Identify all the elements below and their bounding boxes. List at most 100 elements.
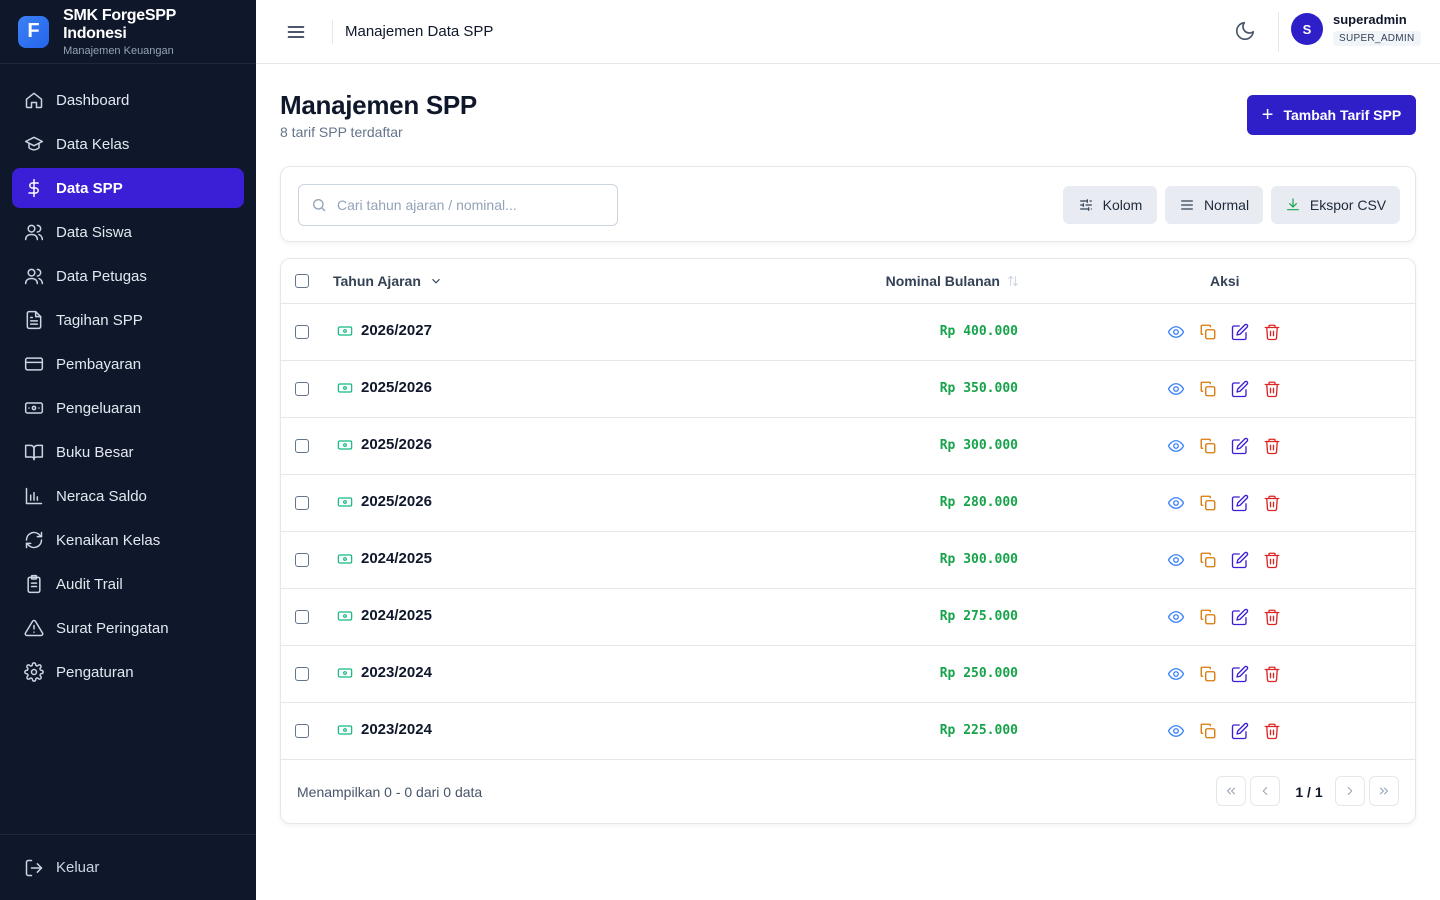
delete-button[interactable] bbox=[1263, 608, 1281, 626]
columns-button[interactable]: Kolom bbox=[1063, 186, 1157, 224]
sidebar-item-pembayaran[interactable]: Pembayaran bbox=[12, 344, 244, 384]
view-button[interactable] bbox=[1167, 437, 1185, 455]
trash-icon bbox=[1264, 438, 1280, 455]
trash-icon bbox=[1264, 381, 1280, 398]
duplicate-button[interactable] bbox=[1199, 551, 1217, 569]
download-icon bbox=[1286, 198, 1299, 211]
row-actions bbox=[1167, 437, 1295, 455]
sidebar-item-data-spp[interactable]: Data SPP bbox=[12, 168, 244, 208]
topbar-title: Manajemen Data SPP bbox=[345, 23, 494, 40]
last-page-button[interactable] bbox=[1369, 776, 1399, 806]
row-checkbox[interactable] bbox=[295, 553, 309, 567]
export-csv-button[interactable]: Ekspor CSV bbox=[1271, 186, 1400, 224]
view-button[interactable] bbox=[1167, 665, 1185, 683]
select-all-checkbox[interactable] bbox=[295, 274, 309, 288]
edit-button[interactable] bbox=[1231, 437, 1249, 455]
prev-page-button[interactable] bbox=[1250, 776, 1280, 806]
edit-button[interactable] bbox=[1231, 380, 1249, 398]
banknote-icon bbox=[337, 553, 353, 564]
delete-button[interactable] bbox=[1263, 437, 1281, 455]
edit-icon bbox=[1231, 551, 1249, 569]
sidebar-item-data-petugas[interactable]: Data Petugas bbox=[12, 256, 244, 296]
trash-icon bbox=[1264, 723, 1280, 740]
trash-icon bbox=[1264, 666, 1280, 683]
user-menu[interactable]: S superadmin SUPER_ADMIN bbox=[1291, 12, 1421, 46]
row-actions bbox=[1167, 665, 1295, 683]
density-button[interactable]: Normal bbox=[1165, 186, 1263, 224]
trash-icon bbox=[1264, 609, 1280, 626]
first-page-button[interactable] bbox=[1216, 776, 1246, 806]
view-button[interactable] bbox=[1167, 722, 1185, 740]
duplicate-button[interactable] bbox=[1199, 494, 1217, 512]
delete-button[interactable] bbox=[1263, 380, 1281, 398]
edit-button[interactable] bbox=[1231, 551, 1249, 569]
edit-button[interactable] bbox=[1231, 665, 1249, 683]
logout-button[interactable]: Keluar bbox=[0, 834, 256, 900]
menu-toggle-button[interactable] bbox=[286, 20, 310, 44]
row-nominal: Rp 250.000 bbox=[939, 666, 1018, 681]
row-checkbox[interactable] bbox=[295, 382, 309, 396]
duplicate-button[interactable] bbox=[1199, 380, 1217, 398]
duplicate-button[interactable] bbox=[1199, 665, 1217, 683]
column-header-tahun[interactable]: Tahun Ajaran bbox=[333, 273, 443, 289]
column-header-nominal[interactable]: Nominal Bulanan bbox=[886, 273, 1020, 289]
delete-button[interactable] bbox=[1263, 722, 1281, 740]
row-checkbox[interactable] bbox=[295, 496, 309, 510]
view-button[interactable] bbox=[1167, 380, 1185, 398]
search-input[interactable] bbox=[337, 197, 597, 213]
sidebar-item-surat-peringatan[interactable]: Surat Peringatan bbox=[12, 608, 244, 648]
banknote-icon bbox=[337, 439, 353, 450]
sort-icon bbox=[1007, 275, 1019, 287]
eye-icon bbox=[1167, 440, 1185, 452]
sidebar-item-pengeluaran[interactable]: Pengeluaran bbox=[12, 388, 244, 428]
row-checkbox[interactable] bbox=[295, 610, 309, 624]
divider bbox=[332, 19, 333, 44]
sidebar-item-audit-trail[interactable]: Audit Trail bbox=[12, 564, 244, 604]
duplicate-button[interactable] bbox=[1199, 722, 1217, 740]
row-nominal: Rp 300.000 bbox=[939, 438, 1018, 453]
view-button[interactable] bbox=[1167, 608, 1185, 626]
delete-button[interactable] bbox=[1263, 494, 1281, 512]
sidebar: F SMK ForgeSPP Indonesi Manajemen Keuang… bbox=[0, 0, 256, 900]
add-spp-button[interactable]: + Tambah Tarif SPP bbox=[1247, 95, 1416, 135]
duplicate-button[interactable] bbox=[1199, 608, 1217, 626]
row-checkbox[interactable] bbox=[295, 325, 309, 339]
edit-button[interactable] bbox=[1231, 722, 1249, 740]
next-page-button[interactable] bbox=[1335, 776, 1365, 806]
edit-button[interactable] bbox=[1231, 323, 1249, 341]
duplicate-button[interactable] bbox=[1199, 323, 1217, 341]
row-tahun: 2023/2024 bbox=[337, 664, 432, 681]
sidebar-item-dashboard[interactable]: Dashboard bbox=[12, 80, 244, 120]
sidebar-item-label: Data Siswa bbox=[56, 223, 132, 241]
chevron-right-icon bbox=[1347, 786, 1353, 796]
graduation-cap-icon bbox=[24, 136, 44, 151]
row-checkbox[interactable] bbox=[295, 724, 309, 738]
sidebar-item-tagihan-spp[interactable]: Tagihan SPP bbox=[12, 300, 244, 340]
view-button[interactable] bbox=[1167, 551, 1185, 569]
table-row: 2025/2026 Rp 350.000 bbox=[281, 361, 1415, 418]
theme-toggle-button[interactable] bbox=[1234, 20, 1258, 44]
sidebar-item-buku-besar[interactable]: Buku Besar bbox=[12, 432, 244, 472]
sidebar-item-pengaturan[interactable]: Pengaturan bbox=[12, 652, 244, 692]
table-row: 2025/2026 Rp 300.000 bbox=[281, 418, 1415, 475]
sidebar-item-neraca-saldo[interactable]: Neraca Saldo bbox=[12, 476, 244, 516]
copy-icon bbox=[1200, 324, 1216, 340]
sidebar-item-data-siswa[interactable]: Data Siswa bbox=[12, 212, 244, 252]
sidebar-item-data-kelas[interactable]: Data Kelas bbox=[12, 124, 244, 164]
dollar-icon bbox=[28, 178, 39, 198]
view-button[interactable] bbox=[1167, 494, 1185, 512]
avatar: S bbox=[1291, 13, 1323, 45]
delete-button[interactable] bbox=[1263, 551, 1281, 569]
view-button[interactable] bbox=[1167, 323, 1185, 341]
row-checkbox[interactable] bbox=[295, 439, 309, 453]
edit-button[interactable] bbox=[1231, 608, 1249, 626]
sidebar-item-label: Neraca Saldo bbox=[56, 487, 147, 505]
delete-button[interactable] bbox=[1263, 323, 1281, 341]
delete-button[interactable] bbox=[1263, 665, 1281, 683]
duplicate-button[interactable] bbox=[1199, 437, 1217, 455]
edit-button[interactable] bbox=[1231, 494, 1249, 512]
row-checkbox[interactable] bbox=[295, 667, 309, 681]
sidebar-item-kenaikan-kelas[interactable]: Kenaikan Kelas bbox=[12, 520, 244, 560]
chevron-left-icon bbox=[1262, 786, 1268, 796]
copy-icon bbox=[1200, 723, 1216, 739]
